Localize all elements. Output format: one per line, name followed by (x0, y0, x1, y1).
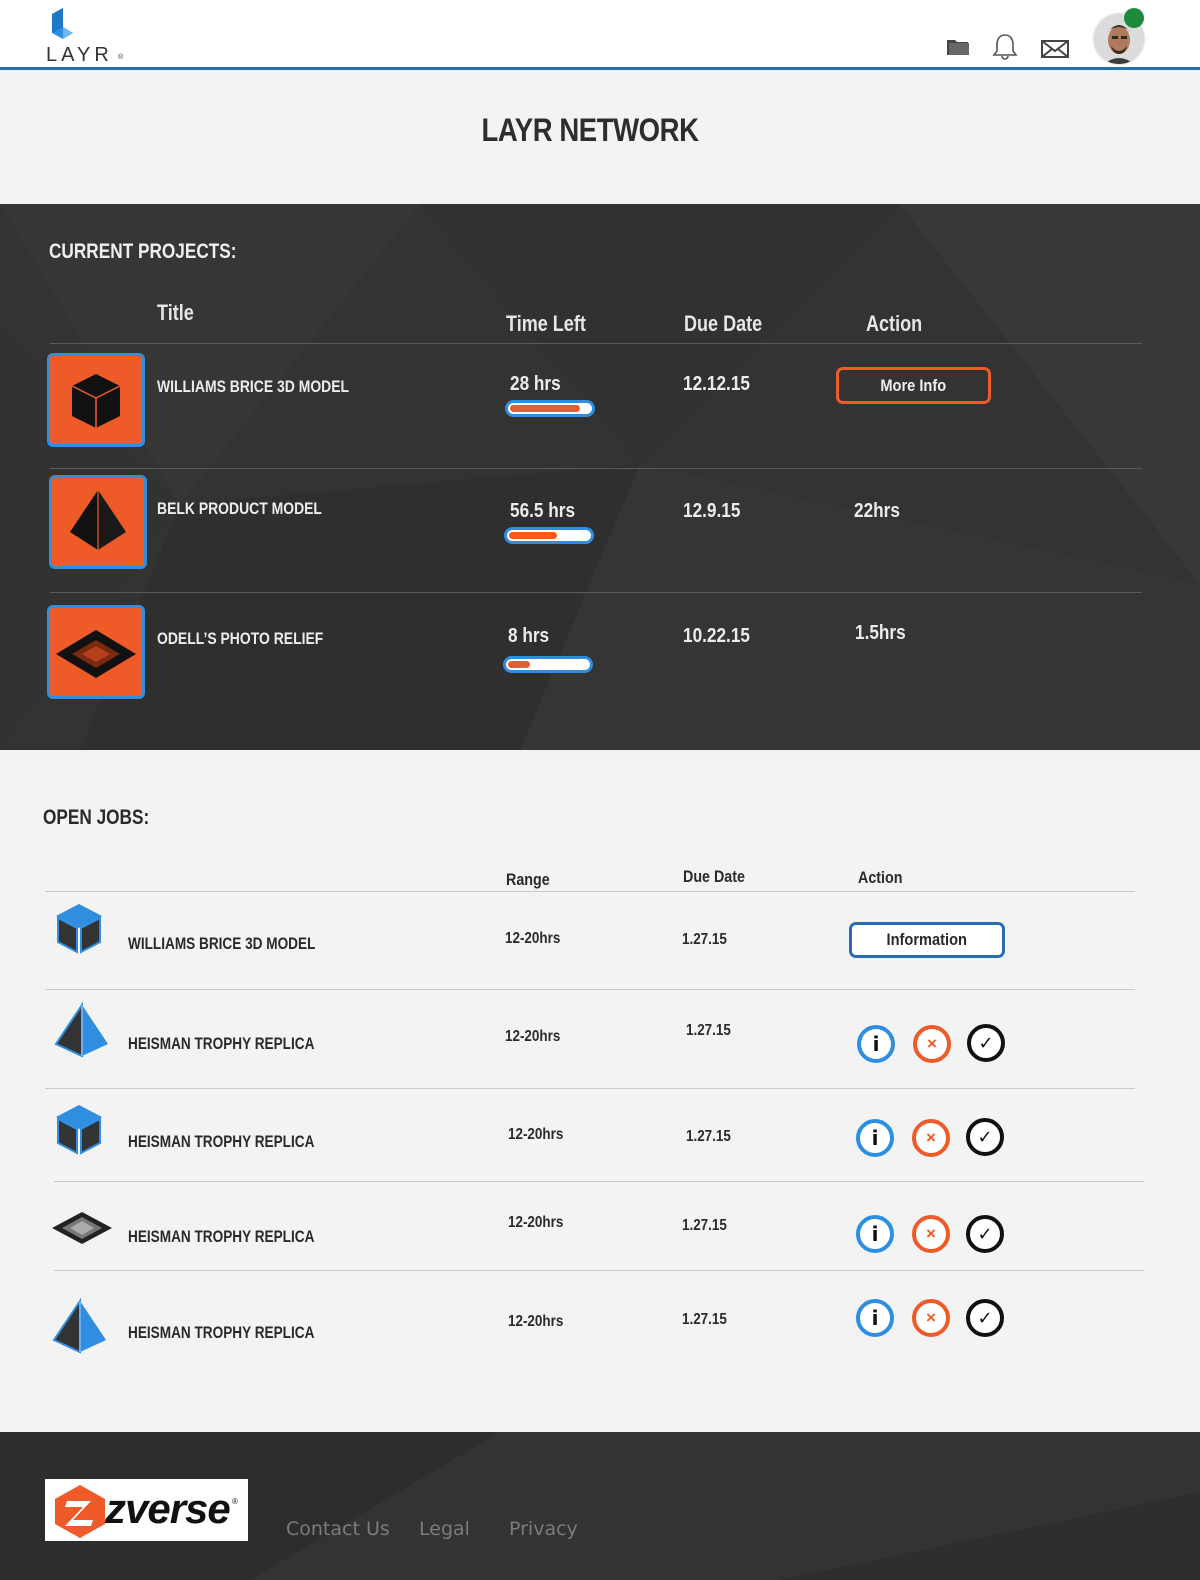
due-date-value: 1.27.15 (686, 1128, 731, 1145)
folder-icon[interactable] (944, 34, 972, 58)
panel-background-pattern (0, 204, 1200, 750)
accept-button[interactable]: ✓ (967, 1024, 1005, 1062)
logo-text: LAYR (46, 44, 113, 66)
footer-link-contact-us[interactable]: Contact Us (286, 1518, 390, 1540)
job-title: WILLIAMS BRICE 3D MODEL (128, 934, 316, 953)
current-projects-panel: CURRENT PROJECTS: Title Time Left Due Da… (0, 204, 1200, 750)
more-info-button[interactable]: More Info (836, 367, 991, 404)
due-date-value: 1.27.15 (682, 1311, 727, 1328)
online-status-indicator (1124, 8, 1144, 28)
footer-link-privacy[interactable]: Privacy (509, 1518, 578, 1540)
bell-icon[interactable] (990, 32, 1018, 60)
project-thumbnail[interactable] (47, 353, 145, 447)
cube-icon (71, 374, 121, 428)
envelope-icon[interactable] (1040, 38, 1069, 62)
pyramid-icon (70, 490, 126, 550)
action-hours-value: 22hrs (854, 500, 900, 522)
decline-button[interactable]: × (913, 1025, 951, 1063)
column-due-date: Due Date (683, 867, 745, 886)
logo-registered-mark: ® (118, 54, 124, 61)
relief-icon (56, 630, 136, 678)
project-title: WILLIAMS BRICE 3D MODEL (157, 377, 350, 396)
info-button[interactable]: i (857, 1025, 895, 1063)
column-action: Action (866, 311, 923, 336)
pyramid-icon (54, 1002, 108, 1058)
due-date-value: 1.27.15 (682, 931, 727, 948)
column-range: Range (506, 870, 550, 889)
accept-button[interactable]: ✓ (966, 1118, 1004, 1156)
due-date-value: 1.27.15 (682, 1217, 727, 1234)
info-button[interactable]: i (856, 1119, 894, 1157)
header-divider (50, 343, 1142, 344)
info-button[interactable]: i (856, 1215, 894, 1253)
decline-button[interactable]: × (912, 1215, 950, 1253)
time-progress-bar (504, 527, 594, 544)
due-date-value: 10.22.15 (683, 625, 750, 647)
progress-fill (509, 532, 557, 539)
time-left-value: 8 hrs (508, 625, 550, 647)
layr-logo-mark-icon (52, 8, 73, 39)
action-hours-value: 1.5hrs (855, 622, 906, 644)
top-header: LAYR ® (0, 0, 1200, 70)
due-date-value: 12.12.15 (683, 373, 750, 395)
decline-button[interactable]: × (912, 1119, 950, 1157)
row-divider (45, 1088, 1135, 1089)
column-action: Action (858, 868, 903, 887)
range-value: 12-20hrs (505, 930, 561, 947)
zverse-wordmark: zverse (105, 1485, 231, 1532)
page-title: LAYR NETWORK (481, 112, 699, 148)
column-title: Title (157, 300, 194, 325)
zverse-registered-mark: ® (232, 1497, 238, 1506)
accept-button[interactable]: ✓ (966, 1215, 1004, 1253)
current-projects-heading: CURRENT PROJECTS: (49, 240, 237, 263)
project-thumbnail[interactable] (49, 475, 147, 569)
more-info-label: More Info (880, 375, 947, 395)
job-title: HEISMAN TROPHY REPLICA (128, 1034, 315, 1053)
time-progress-bar (505, 400, 595, 417)
cube-icon (56, 1105, 102, 1155)
row-divider (54, 1181, 1144, 1182)
accept-button[interactable]: ✓ (966, 1299, 1004, 1337)
pyramid-icon (52, 1298, 106, 1354)
zverse-mark-icon (55, 1485, 105, 1538)
row-divider (54, 1270, 1144, 1271)
row-divider (45, 989, 1135, 990)
footer: zverse ® (0, 1432, 1200, 1580)
decline-button[interactable]: × (912, 1299, 950, 1337)
job-title: HEISMAN TROPHY REPLICA (128, 1227, 315, 1246)
range-value: 12-20hrs (508, 1214, 564, 1231)
job-title: HEISMAN TROPHY REPLICA (128, 1323, 315, 1342)
due-date-value: 12.9.15 (683, 500, 741, 522)
time-left-value: 28 hrs (510, 373, 561, 395)
information-label: Information (886, 930, 968, 949)
progress-fill (508, 661, 530, 668)
time-left-value: 56.5 hrs (510, 500, 576, 522)
relief-icon (52, 1212, 112, 1244)
info-button[interactable]: i (856, 1299, 894, 1337)
job-title: HEISMAN TROPHY REPLICA (128, 1132, 315, 1151)
zverse-logo[interactable]: zverse ® (45, 1479, 248, 1541)
header-divider (45, 891, 1135, 892)
time-progress-bar (503, 656, 593, 673)
range-value: 12-20hrs (508, 1313, 564, 1330)
range-value: 12-20hrs (508, 1126, 564, 1143)
footer-link-legal[interactable]: Legal (419, 1518, 470, 1540)
project-title: ODELL’S PHOTO RELIEF (157, 629, 324, 648)
open-jobs-heading: OPEN JOBS: (43, 806, 150, 829)
information-button[interactable]: Information (849, 922, 1005, 958)
progress-fill (510, 405, 580, 412)
column-due-date: Due Date (684, 311, 763, 336)
cube-icon (56, 904, 102, 954)
column-time-left: Time Left (506, 311, 586, 336)
range-value: 12-20hrs (505, 1028, 561, 1045)
row-divider (50, 468, 1142, 469)
project-thumbnail[interactable] (47, 605, 145, 699)
due-date-value: 1.27.15 (686, 1022, 731, 1039)
row-divider (50, 592, 1142, 593)
layr-logo[interactable]: LAYR ® (44, 6, 134, 66)
project-title: BELK PRODUCT MODEL (157, 499, 322, 518)
